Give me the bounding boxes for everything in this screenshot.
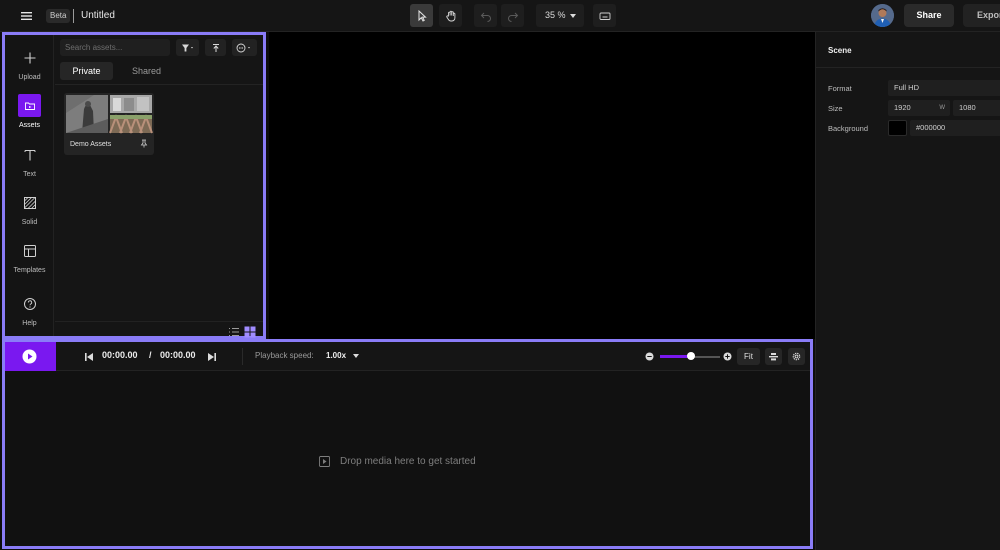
folder-icon bbox=[18, 94, 41, 117]
tab-shared[interactable]: Shared bbox=[120, 62, 173, 80]
scene-divider bbox=[816, 67, 1000, 68]
plus-icon bbox=[18, 46, 41, 69]
keyboard-icon bbox=[599, 12, 610, 20]
drop-message: Drop media here to get started bbox=[340, 456, 476, 467]
chevron-down-icon bbox=[570, 14, 576, 18]
size-label: Size bbox=[828, 104, 843, 113]
filter-icon bbox=[181, 44, 193, 51]
share-button[interactable]: Share bbox=[904, 4, 954, 27]
rail-label-help: Help bbox=[22, 320, 37, 327]
zoom-dropdown[interactable]: 35 % bbox=[536, 4, 584, 27]
play-button[interactable] bbox=[5, 342, 56, 371]
undo-icon bbox=[480, 12, 491, 22]
rail-label-assets: Assets bbox=[18, 122, 40, 129]
rail-label-upload: Upload bbox=[18, 74, 41, 81]
format-label: Format bbox=[828, 84, 852, 93]
timeline-panel: 00:00.00 / 00:00.00 Playback speed: 1.00… bbox=[2, 339, 813, 549]
hand-icon bbox=[445, 10, 455, 21]
rail-item-text[interactable]: Text bbox=[5, 143, 54, 178]
background-label: Background bbox=[828, 124, 869, 133]
icon-rail: Upload Assets Text Solid Templates Help bbox=[5, 35, 54, 336]
rail-item-solid[interactable]: Solid bbox=[5, 191, 54, 226]
toolbar-separator bbox=[242, 348, 243, 365]
more-icon bbox=[236, 43, 250, 52]
redo-button[interactable] bbox=[501, 4, 524, 27]
filter-button[interactable] bbox=[176, 39, 199, 56]
tab-private[interactable]: Private bbox=[60, 62, 113, 80]
redo-icon bbox=[507, 12, 518, 22]
playback-speed-value[interactable]: 1.00x bbox=[326, 351, 346, 360]
scene-title: Scene bbox=[828, 46, 852, 55]
snap-button[interactable] bbox=[765, 348, 782, 365]
background-hex-field[interactable]: #000000 bbox=[910, 120, 1000, 136]
rail-item-assets[interactable]: Assets bbox=[5, 94, 54, 129]
width-field[interactable]: 1920 W bbox=[888, 100, 950, 116]
folder-name: Demo Assets bbox=[70, 141, 112, 148]
assets-footer-divider bbox=[55, 321, 263, 322]
format-select[interactable]: Full HD bbox=[888, 80, 1000, 96]
chevron-down-icon[interactable] bbox=[353, 354, 359, 358]
beta-badge: Beta bbox=[46, 9, 71, 23]
keyboard-shortcuts-button[interactable] bbox=[593, 4, 616, 27]
select-tool-button[interactable] bbox=[410, 4, 433, 27]
current-time: 00:00.00 bbox=[102, 350, 138, 360]
skip-end-icon[interactable] bbox=[207, 352, 217, 362]
layout-icon bbox=[18, 239, 41, 262]
total-time: 00:00.00 bbox=[160, 350, 196, 360]
hand-tool-button[interactable] bbox=[439, 4, 462, 27]
rail-label-templates: Templates bbox=[13, 267, 46, 274]
left-panel: Upload Assets Text Solid Templates Help … bbox=[2, 32, 266, 339]
upload-button[interactable] bbox=[205, 39, 226, 56]
timeline-toolbar: 00:00.00 / 00:00.00 Playback speed: 1.00… bbox=[5, 342, 810, 371]
user-avatar[interactable] bbox=[871, 4, 894, 27]
search-assets-input[interactable]: Search assets... bbox=[60, 39, 170, 56]
zoom-value: 35 % bbox=[545, 10, 566, 20]
assets-divider bbox=[55, 84, 263, 85]
hatched-square-icon bbox=[18, 191, 41, 214]
width-unit-label: W bbox=[939, 105, 945, 111]
top-bar: Beta Untitled 35 % Share Export bbox=[0, 0, 1000, 32]
width-value: 1920 bbox=[894, 103, 911, 112]
menu-icon[interactable] bbox=[20, 9, 34, 23]
pin-upload-icon bbox=[212, 43, 219, 52]
playback-speed-label: Playback speed: bbox=[255, 351, 314, 360]
rail-item-upload[interactable]: Upload bbox=[5, 46, 54, 81]
rail-item-templates[interactable]: Templates bbox=[5, 239, 54, 274]
assets-tabs: Private Shared bbox=[60, 62, 257, 80]
title-separator bbox=[73, 9, 74, 23]
media-icon bbox=[319, 456, 330, 467]
folder-thumbnails bbox=[64, 93, 154, 137]
rail-label-text: Text bbox=[23, 171, 36, 178]
background-color-swatch[interactable] bbox=[888, 120, 907, 136]
project-title[interactable]: Untitled bbox=[81, 9, 115, 23]
fit-button[interactable]: Fit bbox=[737, 348, 760, 365]
pin-icon[interactable] bbox=[140, 139, 148, 148]
more-options-button[interactable] bbox=[232, 39, 257, 56]
rail-label-solid: Solid bbox=[21, 219, 38, 226]
drop-zone[interactable]: Drop media here to get started bbox=[319, 456, 476, 467]
rail-item-help[interactable]: Help bbox=[5, 292, 54, 327]
cursor-icon bbox=[418, 9, 427, 22]
height-field[interactable]: 1080 bbox=[953, 100, 1000, 116]
zoom-slider-handle[interactable] bbox=[687, 352, 695, 360]
zoom-out-icon[interactable] bbox=[645, 352, 654, 361]
scene-panel: Scene Format Full HD Size 1920 W 1080 Ba… bbox=[815, 32, 1000, 550]
preview-canvas[interactable] bbox=[269, 32, 815, 339]
gear-icon bbox=[792, 352, 801, 361]
text-icon bbox=[18, 143, 41, 166]
list-view-icon[interactable] bbox=[228, 327, 240, 337]
grid-view-icon[interactable] bbox=[244, 326, 256, 338]
question-icon bbox=[18, 292, 41, 315]
time-separator: / bbox=[149, 350, 152, 360]
play-icon bbox=[22, 349, 37, 364]
timeline-settings-button[interactable] bbox=[788, 348, 805, 365]
export-button[interactable]: Export bbox=[963, 4, 1000, 27]
assets-panel: Search assets... Private Shared Demo Ass… bbox=[55, 35, 263, 338]
skip-start-icon[interactable] bbox=[84, 352, 94, 362]
zoom-in-icon[interactable] bbox=[723, 352, 732, 361]
magnet-icon bbox=[769, 353, 778, 361]
folder-card[interactable]: Demo Assets bbox=[64, 93, 154, 155]
zoom-slider-fill bbox=[660, 355, 690, 358]
undo-button[interactable] bbox=[474, 4, 497, 27]
